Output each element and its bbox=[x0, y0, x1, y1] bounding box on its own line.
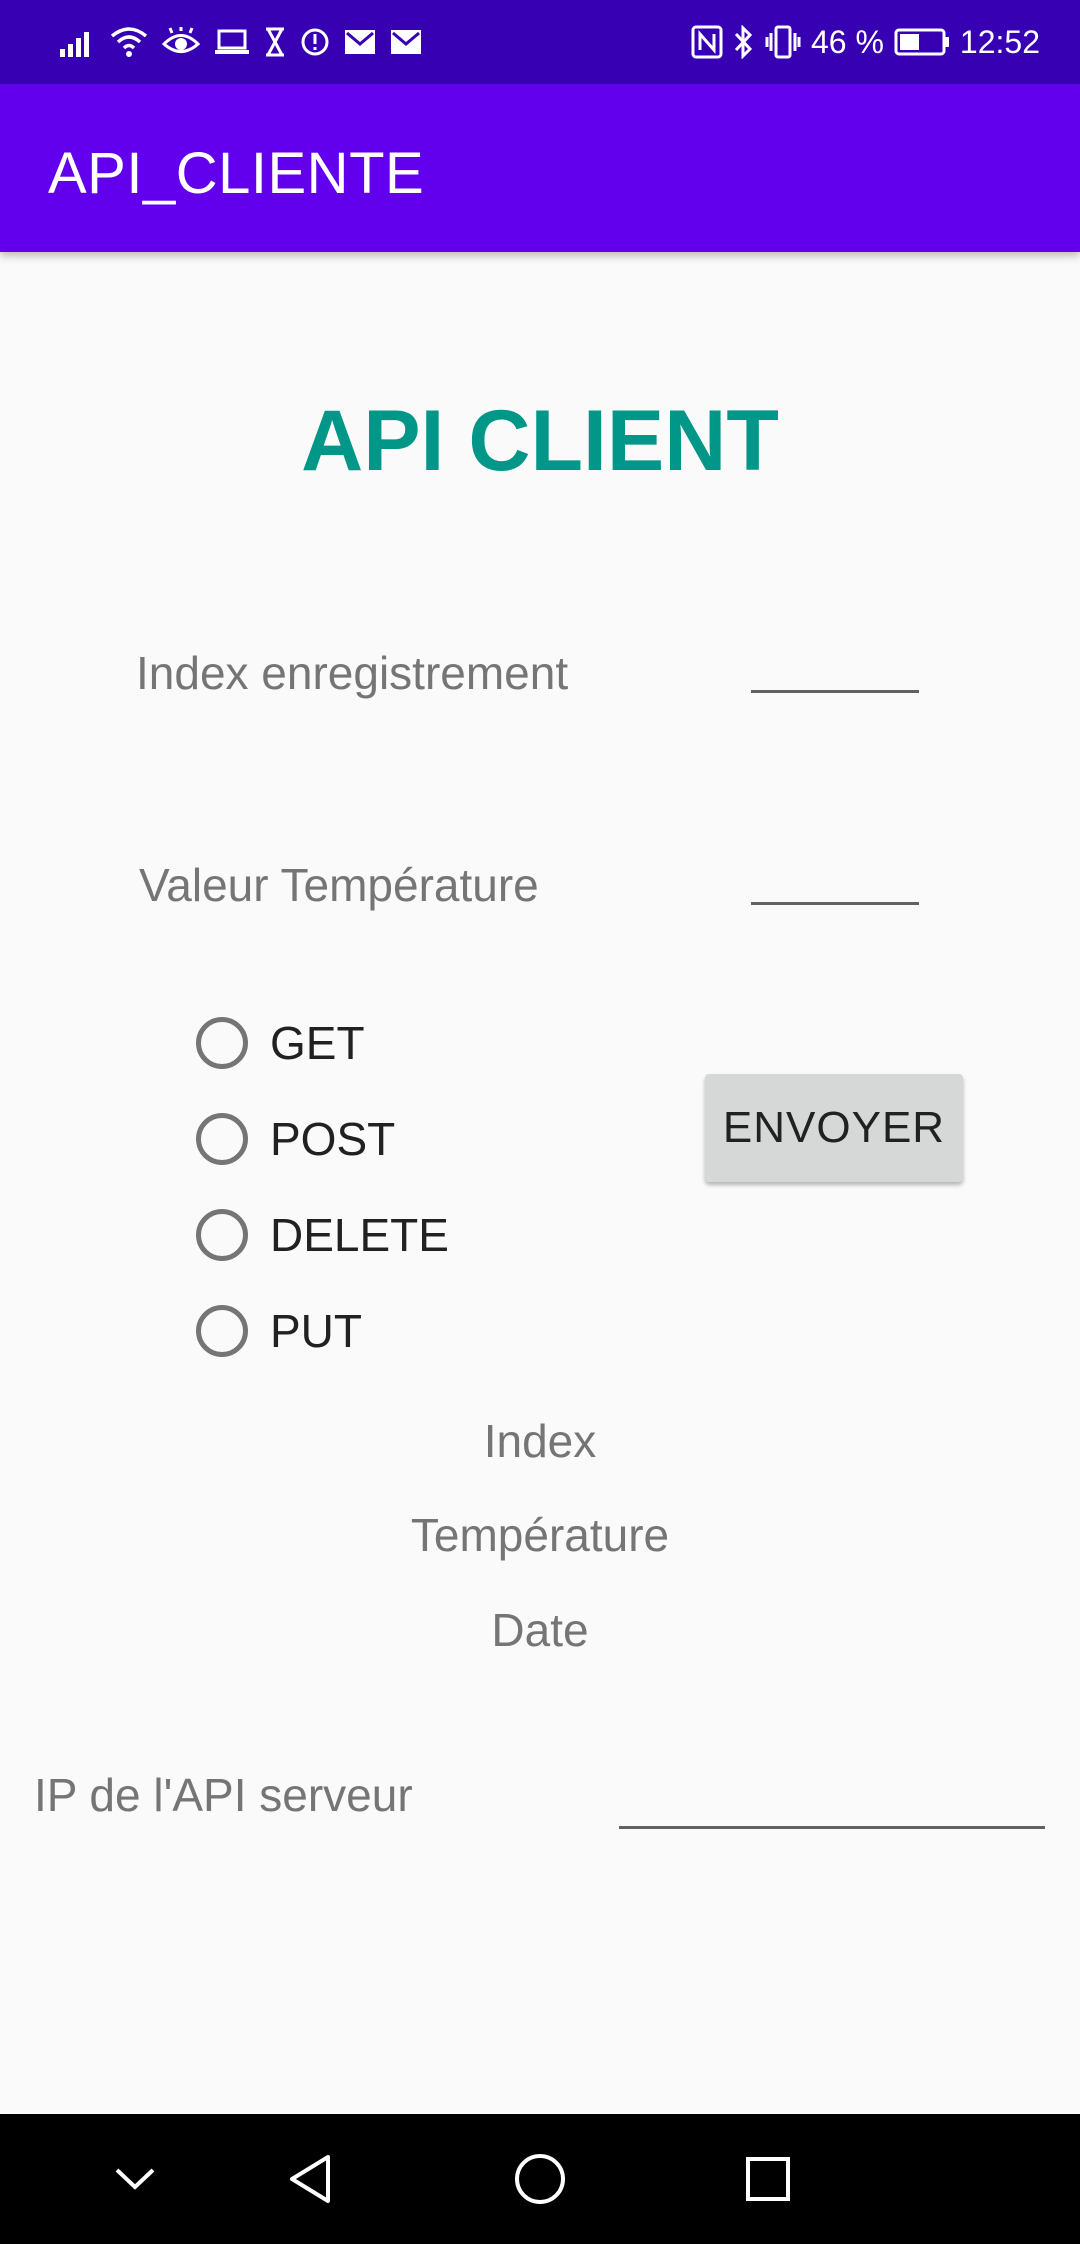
page-title: API CLIENT bbox=[301, 393, 779, 489]
radio-label-put: PUT bbox=[270, 1305, 362, 1357]
status-time: 12:52 bbox=[959, 23, 1040, 60]
signal-icon bbox=[60, 27, 96, 57]
status-bar: 46 % 12:52 bbox=[0, 0, 1080, 84]
home-icon[interactable] bbox=[480, 2114, 600, 2244]
wifi-icon bbox=[110, 26, 148, 58]
bluetooth-icon bbox=[733, 25, 755, 59]
navigation-bar bbox=[0, 2114, 1080, 2244]
app-bar: API_CLIENTE bbox=[0, 84, 1080, 252]
radio-get[interactable]: GET bbox=[196, 1011, 365, 1075]
mail-icon bbox=[390, 29, 422, 55]
result-date: Date bbox=[491, 1604, 589, 1656]
index-input[interactable] bbox=[751, 690, 919, 693]
back-icon[interactable] bbox=[250, 2114, 370, 2244]
radio-button-icon[interactable] bbox=[196, 1017, 248, 1069]
ip-input[interactable] bbox=[619, 1826, 1045, 1829]
ip-label: IP de l'API serveur bbox=[34, 1769, 413, 1821]
temperature-label: Valeur Température bbox=[139, 859, 539, 911]
nfc-icon bbox=[691, 25, 723, 59]
result-temperature: Température bbox=[410, 1509, 670, 1561]
alert-icon bbox=[300, 27, 330, 57]
app-title: API_CLIENTE bbox=[48, 141, 425, 206]
battery-icon bbox=[894, 27, 950, 57]
vibrate-icon bbox=[765, 25, 801, 59]
status-icons-right: 46 % 12:52 bbox=[691, 18, 1040, 66]
radio-label-delete: DELETE bbox=[270, 1209, 449, 1261]
mail-icon bbox=[344, 29, 376, 55]
battery-percent: 46 % bbox=[810, 23, 884, 60]
result-index: Index bbox=[483, 1415, 597, 1467]
eye-icon bbox=[162, 27, 200, 57]
send-button[interactable]: ENVOYER bbox=[705, 1074, 963, 1182]
hourglass-icon bbox=[264, 27, 286, 57]
radio-label-get: GET bbox=[270, 1017, 365, 1069]
status-icons-left bbox=[60, 22, 422, 62]
temperature-input[interactable] bbox=[751, 902, 919, 905]
index-label: Index enregistrement bbox=[136, 647, 569, 699]
chevron-down-icon[interactable] bbox=[75, 2114, 195, 2244]
radio-button-icon[interactable] bbox=[196, 1305, 248, 1357]
recents-icon[interactable] bbox=[708, 2114, 828, 2244]
radio-button-icon[interactable] bbox=[196, 1209, 248, 1261]
radio-post[interactable]: POST bbox=[196, 1107, 395, 1171]
radio-put[interactable]: PUT bbox=[196, 1299, 362, 1363]
laptop-icon bbox=[214, 28, 250, 56]
radio-label-post: POST bbox=[270, 1113, 396, 1165]
radio-delete[interactable]: DELETE bbox=[196, 1203, 449, 1267]
radio-button-icon[interactable] bbox=[196, 1113, 248, 1165]
